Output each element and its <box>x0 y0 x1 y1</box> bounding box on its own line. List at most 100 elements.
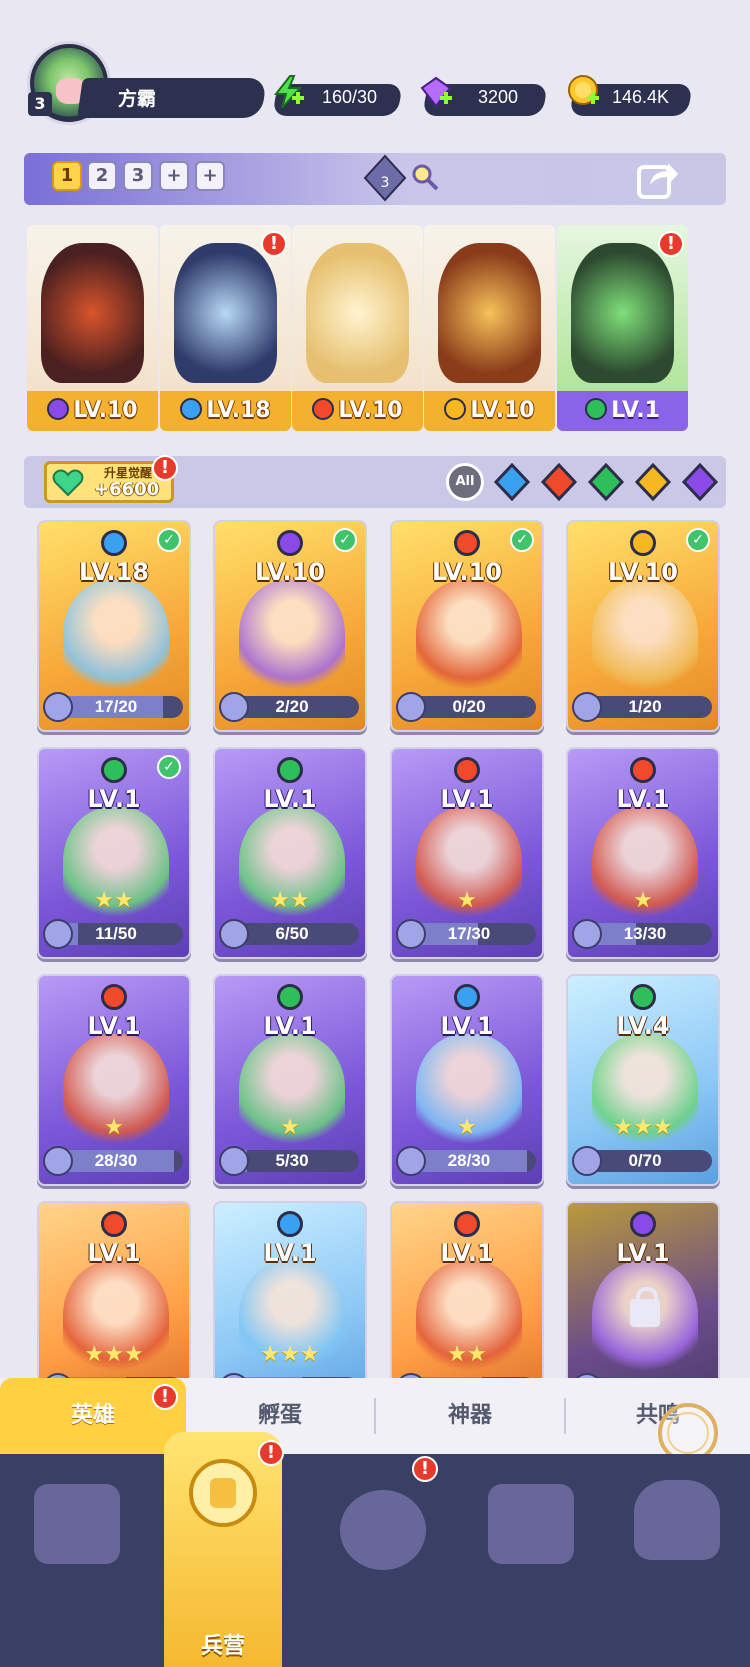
star-rating: ★★ <box>270 888 310 913</box>
hero-card[interactable]: LV.10 ✓ 1/20 <box>566 520 720 732</box>
fire-element-icon <box>454 1211 480 1237</box>
star-rating: ★★ <box>447 1342 487 1367</box>
team-power-crystal-icon[interactable]: 3 <box>360 153 410 203</box>
hero-level: LV.10 <box>608 558 678 586</box>
shard-icon <box>572 919 602 949</box>
hero-card[interactable]: LV.4 ★★★ 0/70 <box>566 974 720 1186</box>
fire-element-icon <box>454 757 480 783</box>
team-hero-card-1[interactable]: LV.10 <box>27 225 158 431</box>
nature-element-icon <box>585 398 608 420</box>
team-hero-level: LV.1 <box>611 398 660 423</box>
nature-element-icon <box>630 984 656 1010</box>
nature-element-icon <box>101 757 127 783</box>
shard-icon <box>43 919 73 949</box>
team-power-value: 3 <box>381 175 390 191</box>
moon-element-icon <box>630 1211 656 1237</box>
hero-card[interactable]: LV.18 ✓ 17/20 <box>37 520 191 732</box>
nature-element-icon <box>277 984 303 1010</box>
team-hero-level: LV.18 <box>206 398 271 423</box>
star-rating: ★ <box>457 1115 477 1140</box>
lock-icon <box>630 1287 660 1327</box>
fire-element-icon <box>101 984 127 1010</box>
hero-level: LV.1 <box>263 1012 317 1040</box>
star-rating: ★ <box>457 888 477 913</box>
star-rating: ★★★ <box>613 1115 673 1140</box>
water-element-icon <box>101 530 127 556</box>
team-hero-card-5[interactable]: LV.1 ! <box>557 225 688 431</box>
hero-level: LV.10 <box>432 558 502 586</box>
alert-badge: ! <box>658 231 684 257</box>
alert-badge: ! <box>258 1440 284 1466</box>
star-rating: ★★★ <box>260 1342 320 1367</box>
hero-card[interactable]: LV.1 ★★ 6/50 <box>213 747 367 959</box>
team-slot-add-4[interactable]: + <box>159 161 189 191</box>
share-icon[interactable] <box>636 157 680 201</box>
gem-value: 3200 <box>478 87 519 107</box>
filter-fire-icon[interactable] <box>540 463 578 501</box>
player-level-badge: 3 <box>28 92 52 116</box>
team-slot-1[interactable]: 1 <box>52 161 82 191</box>
tab-artifacts[interactable]: 神器 <box>376 1378 564 1454</box>
nav-barracks-label: 兵营 <box>200 1634 245 1659</box>
magnifier-icon[interactable] <box>410 162 440 192</box>
hero-card[interactable]: LV.1 ★ 28/30 <box>37 974 191 1186</box>
filter-nature-icon[interactable] <box>587 463 625 501</box>
lightning-energy-icon <box>273 75 304 109</box>
hero-portrait <box>416 580 522 700</box>
player-name: 方霸 <box>118 88 157 110</box>
check-icon: ✓ <box>333 528 357 552</box>
moon-element-icon <box>277 530 303 556</box>
fire-element-icon <box>630 757 656 783</box>
filter-holy-icon[interactable] <box>634 463 672 501</box>
hero-card[interactable]: LV.1 ★ 5/30 <box>213 974 367 1186</box>
hero-card[interactable]: LV.1 ★ 28/30 <box>390 974 544 1186</box>
hero-portrait <box>592 580 698 700</box>
map-book-icon[interactable] <box>340 1490 426 1570</box>
hero-level: LV.1 <box>616 1239 670 1267</box>
water-element-icon <box>277 1211 303 1237</box>
filter-water-icon[interactable] <box>493 463 531 501</box>
hero-level: LV.1 <box>616 785 670 813</box>
hero-card[interactable]: LV.1 ✓ ★★ 11/50 <box>37 747 191 959</box>
filter-all-button[interactable]: All <box>446 463 484 501</box>
team-hero-card-4[interactable]: LV.10 <box>424 225 555 431</box>
alert-badge: ! <box>261 231 287 257</box>
hero-level: LV.1 <box>440 1239 494 1267</box>
hero-level: LV.1 <box>263 1239 317 1267</box>
team-hero-card-3[interactable]: LV.10 <box>292 225 423 431</box>
hero-card[interactable]: LV.10 ✓ 0/20 <box>390 520 544 732</box>
team-slot-add-5[interactable]: + <box>195 161 225 191</box>
filter-moon-icon[interactable] <box>681 463 719 501</box>
shard-icon <box>219 919 249 949</box>
check-icon: ✓ <box>686 528 710 552</box>
player-name-bar <box>77 78 267 118</box>
hero-level: LV.4 <box>616 1012 670 1040</box>
cards-icon[interactable] <box>34 1484 120 1564</box>
team-hero-card-2[interactable]: LV.18 ! <box>160 225 291 431</box>
barracks-icon <box>189 1459 257 1527</box>
hero-level: LV.1 <box>87 1012 141 1040</box>
water-element-icon <box>180 398 203 420</box>
hero-card[interactable]: LV.1 ★ 13/30 <box>566 747 720 959</box>
shard-icon <box>219 1146 249 1176</box>
hero-card[interactable]: LV.10 ✓ 2/20 <box>213 520 367 732</box>
shard-icon <box>572 692 602 722</box>
temple-icon[interactable] <box>488 1484 574 1564</box>
shard-icon <box>43 692 73 722</box>
nature-element-icon <box>277 757 303 783</box>
hero-portrait <box>239 580 345 700</box>
shard-icon <box>396 919 426 949</box>
check-icon: ✓ <box>157 755 181 779</box>
team-slot-2[interactable]: 2 <box>87 161 117 191</box>
heart-icon <box>52 469 84 497</box>
hero-card[interactable]: LV.1 ★ 17/30 <box>390 747 544 959</box>
hero-level: LV.1 <box>87 785 141 813</box>
star-rating: ★ <box>633 888 653 913</box>
team-slot-3[interactable]: 3 <box>123 161 153 191</box>
gold-coin-icon <box>568 75 599 105</box>
moon-element-icon <box>47 398 70 420</box>
hero-level: LV.1 <box>440 1012 494 1040</box>
fire-element-icon <box>101 1211 127 1237</box>
mushroom-house-icon[interactable] <box>634 1480 720 1560</box>
shard-icon <box>219 692 249 722</box>
